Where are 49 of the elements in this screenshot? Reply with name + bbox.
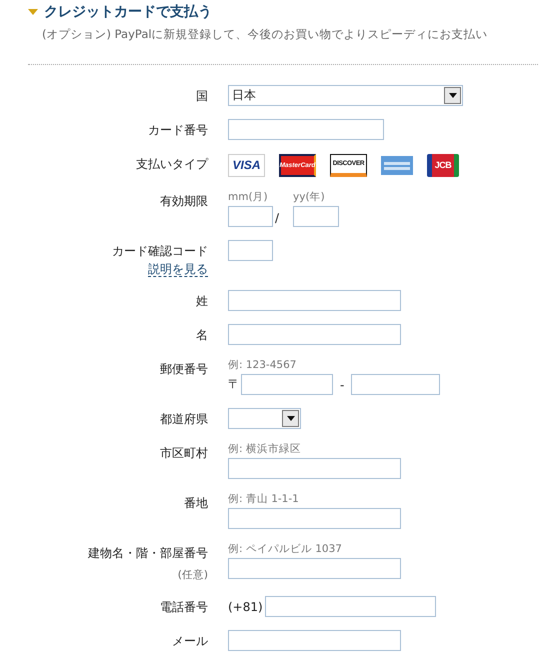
field-label: 市区町村 xyxy=(160,445,208,461)
field-label: 支払いタイプ xyxy=(136,156,208,172)
date-separator: / xyxy=(275,211,280,225)
section-title: クレジットカードで支払う xyxy=(44,3,212,21)
field-label: カード確認コード xyxy=(112,243,208,259)
field-label: 建物名・階・部屋番号 xyxy=(88,545,208,561)
optional-note: (任意) xyxy=(178,568,208,583)
text-field[interactable] xyxy=(228,508,401,529)
example-hint: 例: 123-4567 xyxy=(228,358,298,372)
postal-separator: - xyxy=(340,378,344,392)
field-label: 電話番号 xyxy=(160,599,208,615)
text-field[interactable] xyxy=(228,240,273,261)
field-label: 有効期限 xyxy=(160,193,208,209)
dropdown-arrow-icon[interactable] xyxy=(286,416,294,421)
text-field[interactable] xyxy=(228,290,401,311)
field-label: カード番号 xyxy=(148,122,208,138)
field-label: 都道府県 xyxy=(160,411,208,427)
dropdown[interactable] xyxy=(228,408,301,429)
year-field[interactable] xyxy=(293,206,340,227)
phone-field[interactable] xyxy=(264,596,436,617)
text-field[interactable] xyxy=(228,458,401,479)
text-field[interactable] xyxy=(228,324,401,345)
field-label: 姓 xyxy=(196,293,208,309)
card-logo: VISA xyxy=(228,154,265,176)
month-hint: mm(月) xyxy=(228,190,269,204)
card-logo-icon xyxy=(381,154,413,176)
field-label: 番地 xyxy=(184,495,208,511)
postal-field[interactable] xyxy=(351,374,440,395)
dropdown[interactable]: 日本 xyxy=(228,85,463,106)
text-field[interactable] xyxy=(228,630,401,651)
field-label: 国 xyxy=(196,88,208,104)
field-label: メール xyxy=(172,633,208,649)
year-hint: yy(年) xyxy=(293,190,326,204)
postal-mark: 〒 xyxy=(228,376,240,393)
country-code: (+81) xyxy=(228,600,263,614)
field-label: 名 xyxy=(196,327,208,343)
example-hint: 例: ペイパルビル 1037 xyxy=(228,542,343,556)
dropdown-arrow-icon[interactable] xyxy=(448,93,456,98)
example-hint: 例: 青山 1-1-1 xyxy=(228,492,300,506)
help-link[interactable]: 説明を見る xyxy=(148,262,208,277)
caret-down-icon[interactable] xyxy=(28,8,38,16)
text-field[interactable] xyxy=(228,119,384,140)
text-field[interactable] xyxy=(228,558,401,579)
card-logo: JCB xyxy=(427,154,459,176)
field-label: 郵便番号 xyxy=(160,361,208,377)
subtitle: (オプション) PayPalに新規登録して、今後のお買い物でよりスピーディにお支払い xyxy=(42,27,489,42)
example-hint: 例: 横浜市緑区 xyxy=(228,442,302,456)
postal-field[interactable] xyxy=(241,374,333,395)
month-field[interactable] xyxy=(228,206,273,227)
